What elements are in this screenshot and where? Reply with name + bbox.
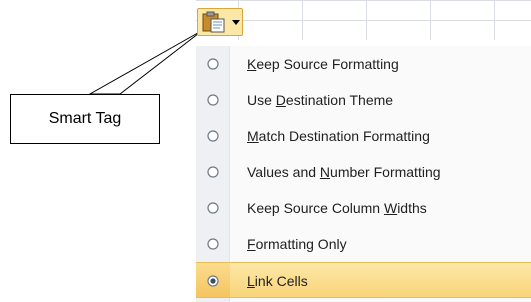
radio-icon bbox=[207, 202, 219, 214]
menu-item-label: Values and Number Formatting bbox=[247, 164, 441, 180]
menu-item-label: Link Cells bbox=[247, 273, 308, 289]
radio-icon bbox=[207, 94, 219, 106]
menu-item-formatting-only[interactable]: Formatting Only bbox=[196, 226, 531, 262]
radio-selected-icon bbox=[207, 275, 219, 287]
menu-item-label: Match Destination Formatting bbox=[247, 128, 430, 144]
radio-icon bbox=[207, 166, 219, 178]
radio-icon bbox=[207, 58, 219, 70]
radio-icon bbox=[207, 130, 219, 142]
menu-item-keep-source-formatting[interactable]: Keep Source Formatting bbox=[196, 46, 531, 82]
menu-item-link-cells[interactable]: Link Cells bbox=[196, 262, 531, 298]
menu-item-values-and-number-formatting[interactable]: Values and Number Formatting bbox=[196, 154, 531, 190]
menu-item-use-destination-theme[interactable]: Use Destination Theme bbox=[196, 82, 531, 118]
clipboard-icon bbox=[202, 11, 225, 33]
paste-options-menu: Keep Source Formatting Use Destination Th… bbox=[196, 46, 531, 302]
callout-label: Smart Tag bbox=[48, 110, 122, 127]
paste-options-smart-tag-button[interactable] bbox=[197, 8, 243, 36]
menu-item-label: Keep Source Formatting bbox=[247, 56, 399, 72]
radio-icon bbox=[207, 238, 219, 250]
menu-item-label: Formatting Only bbox=[247, 236, 347, 252]
smart-tag-callout: Smart Tag bbox=[10, 94, 160, 144]
menu-item-keep-source-column-widths[interactable]: Keep Source Column Widths bbox=[196, 190, 531, 226]
menu-item-match-destination-formatting[interactable]: Match Destination Formatting bbox=[196, 118, 531, 154]
menu-item-label: Use Destination Theme bbox=[247, 92, 394, 108]
menu-item-label: Keep Source Column Widths bbox=[247, 200, 427, 216]
chevron-down-icon bbox=[232, 20, 240, 25]
